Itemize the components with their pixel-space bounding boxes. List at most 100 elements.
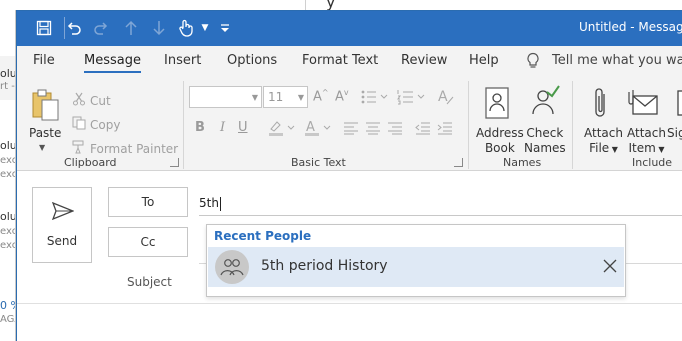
group-divider	[572, 81, 573, 169]
check-names-icon[interactable]	[527, 84, 561, 123]
background-fragment: exc	[0, 226, 16, 237]
tab-options[interactable]: Options	[227, 53, 277, 68]
background-fragment: olum	[0, 67, 15, 80]
subject-label: Subject	[127, 275, 172, 289]
tab-format-text[interactable]: Format Text	[302, 53, 378, 68]
font-color-icon[interactable]: A	[304, 119, 334, 140]
attach-item-label-line2: Item	[628, 141, 656, 155]
highlight-icon[interactable]	[268, 119, 298, 140]
attach-file-button[interactable]: Attach File ▼	[584, 126, 623, 157]
attach-item-label-line1: Attach	[627, 126, 666, 140]
background-fragment: olu	[0, 139, 16, 152]
autocomplete-suggestion[interactable]: 5th period History	[208, 247, 624, 287]
touch-mode-icon[interactable]	[176, 18, 196, 38]
chevron-down-icon: ▼	[297, 93, 304, 102]
signature-button[interactable]: Sig	[667, 126, 682, 141]
address-book-button[interactable]: Address Book	[476, 126, 524, 156]
format-painter-button[interactable]: Format Painter	[72, 140, 178, 157]
send-button[interactable]: Send	[32, 187, 92, 263]
align-right-icon[interactable]	[387, 121, 403, 138]
attach-item-icon[interactable]	[627, 88, 659, 121]
remove-suggestion-close-icon[interactable]	[601, 257, 619, 275]
chevron-down-icon[interactable]: ▼	[195, 18, 215, 38]
window-title: Untitled - Message	[579, 20, 682, 34]
clear-formatting-icon[interactable]: A	[437, 88, 455, 109]
group-avatar-icon	[215, 250, 249, 284]
tab-review[interactable]: Review	[401, 53, 447, 68]
to-field[interactable]: 5th	[199, 192, 682, 214]
tell-me-search[interactable]: Tell me what you want	[552, 53, 682, 68]
paste-dropdown-icon[interactable]: ▼	[39, 140, 45, 155]
clipboard-launcher-icon[interactable]	[170, 158, 179, 167]
shrink-font-icon[interactable]: Av	[335, 88, 349, 104]
increase-indent-icon[interactable]	[437, 121, 453, 138]
group-divider	[183, 81, 184, 169]
grow-font-icon[interactable]: A^	[313, 88, 329, 104]
font-size-combo[interactable]: 11 ▼	[263, 86, 308, 108]
basic-text-launcher-icon[interactable]	[454, 158, 463, 167]
font-name-combo[interactable]: ▼	[189, 86, 262, 108]
suggestion-name: 5th period History	[261, 258, 388, 274]
align-left-icon[interactable]	[343, 121, 359, 138]
italic-button[interactable]: I	[220, 120, 225, 135]
screen: y olum rt - @ olu exc exc olu exc exc 0 …	[0, 0, 682, 341]
background-fragment: AGA	[0, 314, 15, 325]
background-message-list: olum rt - @ olu exc exc olu exc exc 0 % …	[0, 10, 16, 341]
up-arrow-icon[interactable]	[121, 18, 141, 38]
format-painter-label: Format Painter	[90, 141, 179, 156]
send-icon	[51, 201, 75, 223]
chevron-down-icon: ▼	[609, 145, 618, 154]
decrease-indent-icon[interactable]	[415, 121, 431, 138]
autocomplete-dropdown: Recent People 5th period History	[206, 224, 626, 297]
svg-text:A: A	[306, 120, 315, 135]
check-names-label-line1: Check	[526, 126, 564, 140]
tab-help[interactable]: Help	[469, 53, 499, 68]
svg-text:A: A	[438, 89, 448, 105]
copy-button[interactable]: Copy	[72, 116, 120, 133]
check-names-button[interactable]: Check Names	[524, 126, 566, 156]
numbering-icon[interactable]	[397, 89, 427, 108]
redo-icon[interactable]	[91, 18, 111, 38]
to-field-text: 5th	[199, 196, 219, 210]
customize-toolbar-icon[interactable]	[215, 18, 235, 38]
undo-icon[interactable]	[64, 18, 84, 38]
subject-field-underline	[17, 303, 682, 304]
ribbon: Paste ▼ Cut Copy Format Painter Clipboar…	[17, 76, 682, 171]
paste-icon[interactable]	[30, 88, 62, 125]
to-button[interactable]: To	[108, 187, 188, 217]
underline-button[interactable]: U	[238, 120, 248, 135]
bullets-icon[interactable]	[361, 89, 389, 108]
background-fragment: exc	[0, 169, 16, 180]
send-label: Send	[46, 234, 78, 248]
cc-button[interactable]: Cc	[108, 227, 188, 257]
save-icon[interactable]	[34, 18, 54, 38]
tab-insert[interactable]: Insert	[164, 53, 201, 68]
bold-button[interactable]: B	[195, 120, 205, 135]
background-fragment: olu	[0, 210, 16, 223]
compose-window: ▼ Untitled - Message File Message Insert…	[16, 10, 682, 341]
cut-button[interactable]: Cut	[72, 92, 111, 109]
names-group-label: Names	[503, 156, 542, 169]
address-book-icon[interactable]	[483, 86, 511, 123]
address-book-label-line2: Book	[484, 141, 515, 155]
align-center-icon[interactable]	[365, 121, 381, 138]
background-fragment: rt - @	[0, 81, 15, 92]
attach-file-label-line1: Attach	[584, 126, 623, 140]
attach-item-button[interactable]: Attach Item ▼	[627, 126, 666, 157]
paperclip-icon[interactable]	[593, 86, 609, 123]
font-size-value: 11	[268, 90, 284, 104]
copy-label: Copy	[90, 117, 121, 132]
text-caret	[219, 196, 221, 211]
lightbulb-icon	[525, 52, 541, 70]
background-divider	[305, 0, 306, 10]
paste-button[interactable]: Paste	[29, 126, 61, 141]
recent-people-heading: Recent People	[214, 229, 312, 243]
scissors-icon	[72, 92, 86, 109]
tab-file[interactable]: File	[33, 53, 55, 68]
to-field-underline	[199, 215, 682, 216]
clipboard-group-label: Clipboard	[64, 156, 117, 169]
down-arrow-icon[interactable]	[149, 18, 169, 38]
chevron-down-icon: ▼	[251, 93, 258, 102]
signature-icon[interactable]	[677, 90, 682, 119]
tab-message[interactable]: Message	[84, 53, 141, 73]
